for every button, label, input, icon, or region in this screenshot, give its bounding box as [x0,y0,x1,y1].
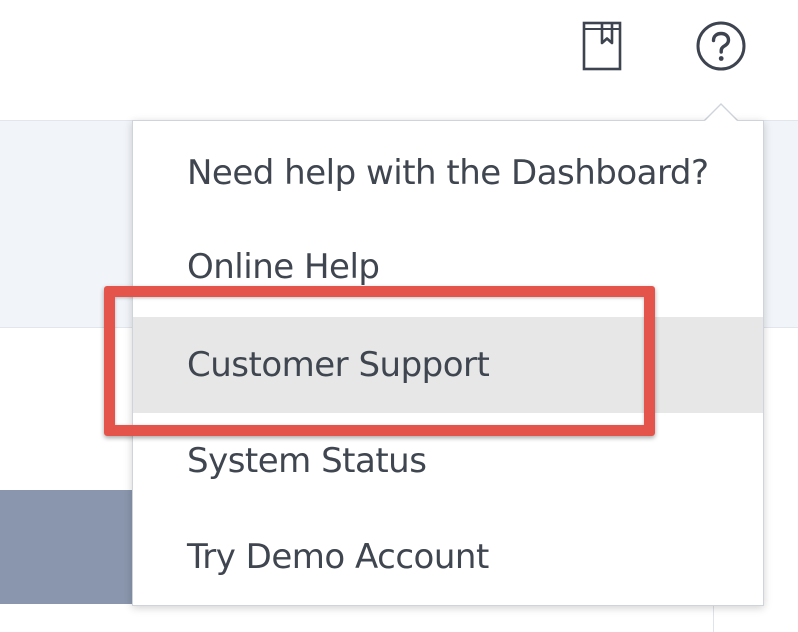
menu-item-try-demo-account[interactable]: Try Demo Account [133,509,763,605]
help-button[interactable] [694,19,748,73]
bookmark-icon [582,21,622,71]
top-header [0,0,798,120]
bookmark-button[interactable] [576,18,628,74]
menu-caret [704,105,738,122]
help-menu-heading: Need help with the Dashboard? [187,153,709,193]
help-circle-icon [696,21,746,71]
menu-item-customer-support[interactable]: Customer Support [133,317,763,413]
menu-item-online-help[interactable]: Online Help [133,219,763,315]
menu-item-system-status[interactable]: System Status [133,413,763,509]
background-card [0,490,136,604]
help-dropdown-menu: Need help with the Dashboard? Online Hel… [132,120,764,606]
dashboard-page: Need help with the Dashboard? Online Hel… [0,0,798,632]
